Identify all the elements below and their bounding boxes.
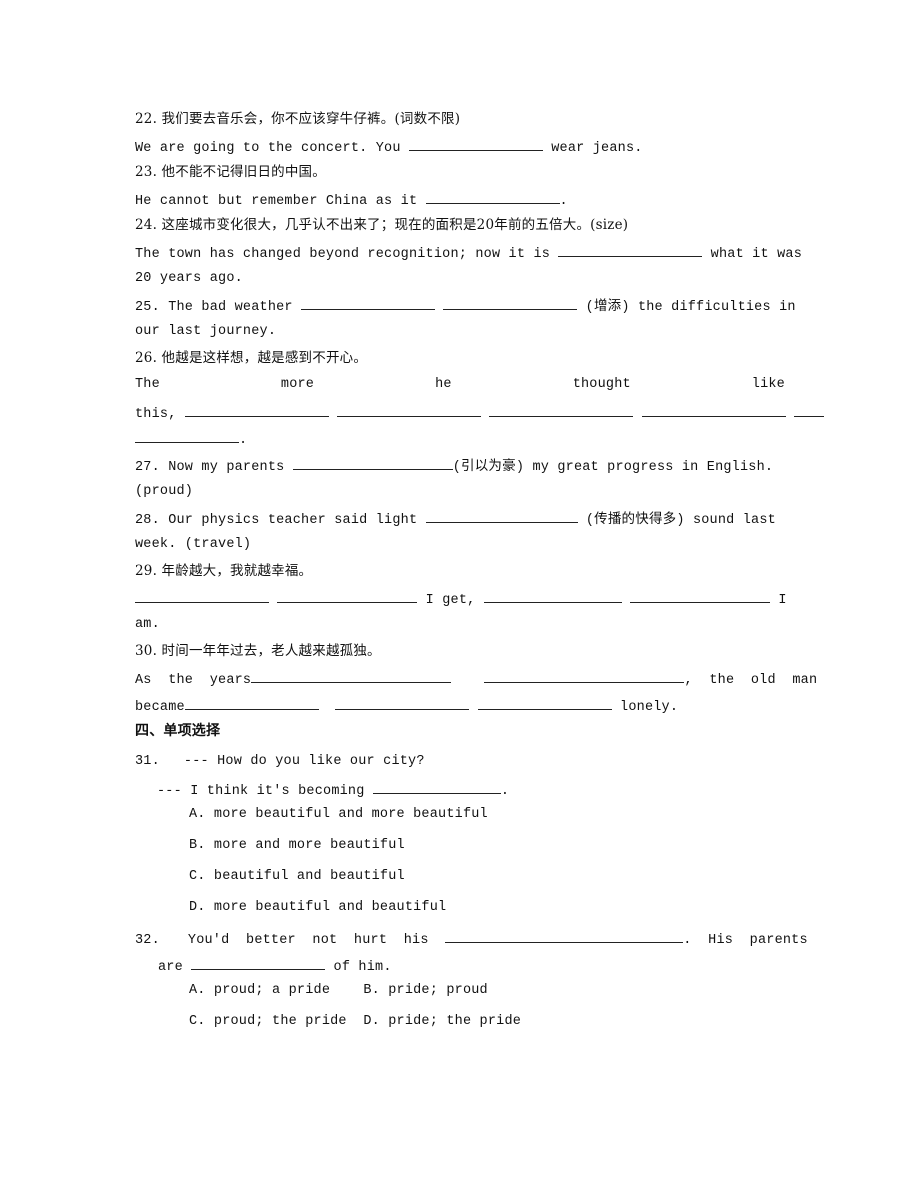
q22-text-after: wear jeans. (542, 141, 643, 156)
q26-word: The (135, 377, 160, 392)
q31-text-after: . (500, 784, 510, 799)
q30-sentence: As the years , the old man (135, 669, 817, 690)
q30-blank-1[interactable] (251, 669, 452, 683)
q32-blank-1[interactable] (445, 929, 684, 943)
q26-word: he (435, 377, 452, 392)
q24-text-after: what it was (702, 247, 802, 262)
q31-option-b[interactable]: B. more and more beautiful (189, 837, 405, 855)
q31-blank[interactable] (372, 780, 501, 794)
q30-text-before: As the years (135, 673, 252, 688)
q29-blank-2[interactable] (277, 589, 418, 603)
q32-line2-after: of him. (325, 960, 392, 975)
q28-text-before: 28. Our physics teacher said light (135, 513, 426, 528)
q31-text-before: --- I think it's becoming (157, 784, 373, 799)
q25-text-after: (增添) the difficulties in (577, 300, 796, 315)
q30-blank-3[interactable] (184, 696, 319, 710)
q32-text-after: . His parents (683, 933, 808, 948)
q26-sentence-line1: The more he thought like (135, 376, 785, 394)
q32-number: 32. (135, 933, 160, 948)
q27-sentence: 27. Now my parents (引以为豪) my great progr… (135, 456, 773, 477)
q29-blank-1[interactable] (135, 589, 269, 603)
q22-text-before: We are going to the concert. You (135, 141, 409, 156)
q26-word: more (280, 377, 315, 392)
q31-question-text: --- How do you like our city? (183, 754, 425, 769)
q29-sentence: I get, I (135, 589, 787, 610)
q26-blank-2[interactable] (337, 403, 482, 417)
q32-options-row2[interactable]: C. proud; the pride D. pride; the pride (189, 1013, 521, 1031)
q29-blank-3[interactable] (483, 589, 622, 603)
q29-text-end: I (770, 593, 787, 608)
q26-blank-5a[interactable] (794, 403, 825, 417)
section-heading: 四、单项选择 (135, 723, 221, 739)
q27-text-before: 27. Now my parents (135, 460, 293, 475)
q30-text-after: , the old man (684, 673, 818, 688)
q26-prompt: 26. 他越是这样想，越是感到不开心。 (135, 350, 368, 366)
q32-question: 32. You'd better not hurt his . His paren… (135, 929, 808, 950)
q26-blank-1[interactable] (184, 403, 329, 417)
q32-options-row1[interactable]: A. proud; a pride B. pride; proud (189, 982, 488, 1000)
q30-blank-5[interactable] (477, 696, 612, 710)
q26-text-end: . (239, 433, 248, 448)
q27-text-after: (引以为豪) my great progress in English. (452, 460, 774, 475)
q23-text-after: . (559, 194, 568, 209)
q31-question: 31. --- How do you like our city? (135, 753, 425, 771)
q30-text-end: lonely. (611, 700, 679, 715)
q29-blank-4[interactable] (630, 589, 771, 603)
q26-sentence-line2: this, (135, 403, 825, 424)
q24-sentence: The town has changed beyond recognition;… (135, 243, 802, 264)
q24-text-before: The town has changed beyond recognition;… (135, 247, 559, 262)
q25-text-before: 25. The bad weather (135, 300, 302, 315)
q28-text-after: (传播的快得多) sound last (577, 513, 776, 528)
q30-blank-4[interactable] (335, 696, 470, 710)
q23-blank[interactable] (425, 190, 560, 204)
q26-blank-3[interactable] (489, 403, 634, 417)
q22-sentence: We are going to the concert. You wear je… (135, 137, 643, 158)
q30-blank-2[interactable] (484, 669, 685, 683)
q26-text-start: this, (135, 407, 185, 422)
q31-option-c[interactable]: C. beautiful and beautiful (189, 868, 405, 886)
q24-prompt: 24. 这座城市变化很大，几乎认不出来了；现在的面积是20年前的五倍大。(siz… (135, 217, 629, 233)
q32-line2-before: are (158, 960, 192, 975)
q31-answer: --- I think it's becoming . (157, 780, 509, 801)
q28-line2: week. (travel) (135, 537, 252, 552)
q29-prompt: 29. 年龄越大，我就越幸福。 (135, 563, 313, 579)
q28-sentence: 28. Our physics teacher said light (传播的快… (135, 509, 776, 530)
q30-text-start: became (135, 700, 185, 715)
q27-line2: (proud) (135, 484, 194, 499)
q28-blank[interactable] (425, 509, 578, 523)
q25-sentence: 25. The bad weather (增添) the difficultie… (135, 296, 796, 317)
q24-line2: 20 years ago. (135, 271, 243, 286)
q30-line2: became lonely. (135, 696, 678, 717)
q31-option-a[interactable]: A. more beautiful and more beautiful (189, 806, 488, 824)
q31-number: 31. (135, 754, 160, 769)
q26-blank-5b[interactable] (135, 429, 239, 443)
q27-blank[interactable] (292, 456, 453, 470)
q32-text-before: You'd better not hurt his (187, 933, 446, 948)
q23-text-before: He cannot but remember China as it (135, 194, 426, 209)
q31-option-d[interactable]: D. more beautiful and beautiful (189, 899, 446, 917)
q26-word: thought (572, 377, 631, 392)
q25-line2: our last journey. (135, 324, 277, 339)
q32-blank-2[interactable] (191, 956, 326, 970)
q22-prompt: 22. 我们要去音乐会，你不应该穿牛仔裤。(词数不限) (135, 111, 461, 127)
q29-line2: am. (135, 617, 160, 632)
q29-text-middle: I get, (417, 593, 484, 608)
q26-blank-4[interactable] (641, 403, 786, 417)
q32-line2: are of him. (158, 956, 392, 977)
q22-blank[interactable] (408, 137, 543, 151)
q26-sentence-line3: . (135, 429, 247, 450)
q25-blank-1[interactable] (301, 296, 436, 310)
q24-blank[interactable] (558, 243, 703, 257)
q23-sentence: He cannot but remember China as it . (135, 190, 568, 211)
q25-blank-2[interactable] (443, 296, 578, 310)
q23-prompt: 23. 他不能不记得旧日的中国。 (135, 164, 326, 180)
q30-prompt: 30. 时间一年年过去，老人越来越孤独。 (135, 643, 381, 659)
q26-word: like (751, 377, 785, 392)
